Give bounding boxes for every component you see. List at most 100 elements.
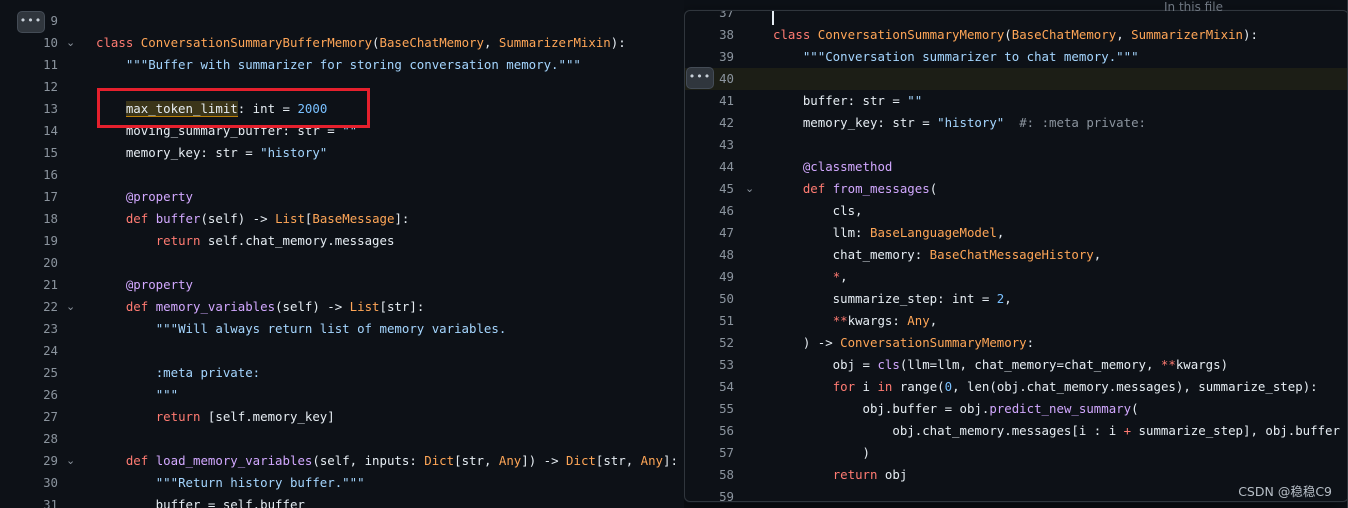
code-line[interactable]: 11 """Buffer with summarizer for storing… [0, 54, 686, 76]
code-line[interactable]: 27 return [self.memory_key] [0, 406, 686, 428]
expand-hidden-lines-button-right[interactable]: ••• [686, 67, 714, 89]
code-line[interactable]: 54 for i in range(0, len(obj.chat_memory… [685, 376, 1348, 398]
code-line[interactable]: 52 ) -> ConversationSummaryMemory: [685, 332, 1348, 354]
watermark: CSDN @稳稳C9 [1238, 484, 1332, 499]
line-number: 29 [43, 453, 58, 468]
code-text: obj = cls(llm=llm, chat_memory=chat_memo… [773, 357, 1229, 372]
code-text: """Will always return list of memory var… [155, 321, 507, 336]
code-line[interactable]: 16 [0, 164, 686, 186]
right-code-editor[interactable]: 37 38 class ConversationSummaryMemory(Base… [684, 0, 1348, 508]
code-line[interactable]: 30 """Return history buffer.""" [0, 472, 686, 494]
code-line[interactable]: 15 memory_key: str = "history" [0, 142, 686, 164]
code-line[interactable]: 38 class ConversationSummaryMemory(BaseCh… [685, 24, 1348, 46]
highlight-annotation-box [97, 88, 370, 128]
code-text: cls, [773, 203, 863, 218]
line-number: 37 [719, 10, 734, 20]
code-text: memory_key: str = "history" [96, 145, 328, 160]
line-number: 57 [719, 445, 734, 460]
code-line[interactable]: 48 chat_memory: BaseChatMessageHistory, [685, 244, 1348, 266]
code-line[interactable]: 45 ⌄ def from_messages( [685, 178, 1348, 200]
line-number: 22 [43, 299, 58, 314]
line-number: 14 [43, 123, 58, 138]
code-line[interactable]: 17 @property [0, 186, 686, 208]
code-text: """Buffer with summarizer for storing co… [125, 57, 581, 72]
line-number: 10 [43, 35, 58, 50]
code-line[interactable]: 29 ⌄ def load_memory_variables(self, inpu… [0, 450, 686, 472]
code-line[interactable]: 23 """Will always return list of memory … [0, 318, 686, 340]
line-number: 12 [43, 79, 58, 94]
code-line[interactable]: 24 [0, 340, 686, 362]
fold-chevron-icon[interactable]: ⌄ [745, 178, 754, 200]
code-line[interactable]: 9 [0, 10, 686, 32]
code-text: *, [832, 269, 848, 284]
code-line[interactable]: 19 return self.chat_memory.messages [0, 230, 686, 252]
code-line[interactable]: 53 obj = cls(llm=llm, chat_memory=chat_m… [685, 354, 1348, 376]
code-line[interactable]: 44 @classmethod [685, 156, 1348, 178]
code-line[interactable]: 18 def buffer(self) -> List[BaseMessage]… [0, 208, 686, 230]
code-text: return self.chat_memory.messages [155, 233, 395, 248]
line-number: 41 [719, 93, 734, 108]
code-line[interactable]: 43 [685, 134, 1348, 156]
line-number: 58 [719, 467, 734, 482]
line-number: 55 [719, 401, 734, 416]
code-line[interactable]: 49 *, [685, 266, 1348, 288]
line-number: 49 [719, 269, 734, 284]
code-line[interactable]: 47 llm: BaseLanguageModel, [685, 222, 1348, 244]
code-text: buffer = self.buffer [96, 497, 305, 508]
code-line[interactable]: 21 @property [0, 274, 686, 296]
line-number: 13 [43, 101, 58, 116]
line-number: 24 [43, 343, 58, 358]
line-number: 27 [43, 409, 58, 424]
line-number: 30 [43, 475, 58, 490]
line-number: 18 [43, 211, 58, 226]
code-preview-panel[interactable]: 37 38 class ConversationSummaryMemory(Base… [684, 10, 1348, 502]
code-line[interactable]: 42 memory_key: str = "history" #: :meta … [685, 112, 1348, 134]
line-number: 53 [719, 357, 734, 372]
code-text: @property [125, 189, 193, 204]
code-line[interactable]: 28 [0, 428, 686, 450]
code-line[interactable]: 37 [685, 10, 1348, 24]
line-number: 38 [719, 27, 734, 42]
code-line[interactable]: 20 [0, 252, 686, 274]
code-line[interactable]: 57 ) [685, 442, 1348, 464]
line-number: 31 [43, 497, 58, 508]
code-line[interactable]: 40 [685, 68, 1348, 90]
expand-hidden-lines-button[interactable]: ••• [17, 11, 45, 33]
code-text: def buffer(self) -> List[BaseMessage]: [125, 211, 410, 226]
left-code-editor[interactable]: 9 10 ⌄ class ConversationSummaryBufferMemor… [0, 0, 686, 508]
code-line[interactable]: 55 obj.buffer = obj.predict_new_summary( [685, 398, 1348, 420]
fold-chevron-icon[interactable]: ⌄ [66, 32, 75, 54]
code-text: ) -> ConversationSummaryMemory: [773, 335, 1035, 350]
code-text: chat_memory: BaseChatMessageHistory, [773, 247, 1102, 262]
code-line[interactable]: 50 summarize_step: int = 2, [685, 288, 1348, 310]
code-line[interactable]: 26 """ [0, 384, 686, 406]
fold-chevron-icon[interactable]: ⌄ [66, 296, 75, 318]
code-text: return [self.memory_key] [155, 409, 335, 424]
code-line[interactable]: 46 cls, [685, 200, 1348, 222]
code-line[interactable]: 22 ⌄ def memory_variables(self) -> List[s… [0, 296, 686, 318]
code-line[interactable]: 51 **kwargs: Any, [685, 310, 1348, 332]
code-text: def from_messages( [802, 181, 938, 196]
line-number: 21 [43, 277, 58, 292]
code-text: class ConversationSummaryBufferMemory(Ba… [96, 35, 626, 50]
code-text: memory_key: str = "history" #: :meta pri… [773, 115, 1147, 130]
code-text: summarize_step: int = 2, [773, 291, 1012, 306]
fold-chevron-icon[interactable]: ⌄ [66, 450, 75, 472]
code-line[interactable]: 25 :meta private: [0, 362, 686, 384]
line-number: 23 [43, 321, 58, 336]
code-line[interactable]: 41 buffer: str = "" [685, 90, 1348, 112]
code-line[interactable]: 10 ⌄ class ConversationSummaryBufferMemory… [0, 32, 686, 54]
line-number: 39 [719, 49, 734, 64]
code-text: @property [125, 277, 193, 292]
line-number: 54 [719, 379, 734, 394]
code-line[interactable]: 31 buffer = self.buffer [0, 494, 686, 508]
line-number: 45 [719, 181, 734, 196]
code-text: llm: BaseLanguageModel, [773, 225, 1005, 240]
code-line[interactable]: 39 """Conversation summarizer to chat me… [685, 46, 1348, 68]
line-number: 25 [43, 365, 58, 380]
line-number: 11 [43, 57, 58, 72]
code-line[interactable]: 56 obj.chat_memory.messages[i : i + summ… [685, 420, 1348, 442]
code-text: def load_memory_variables(self, inputs: … [125, 453, 678, 468]
line-number: 28 [43, 431, 58, 446]
line-number: 42 [719, 115, 734, 130]
